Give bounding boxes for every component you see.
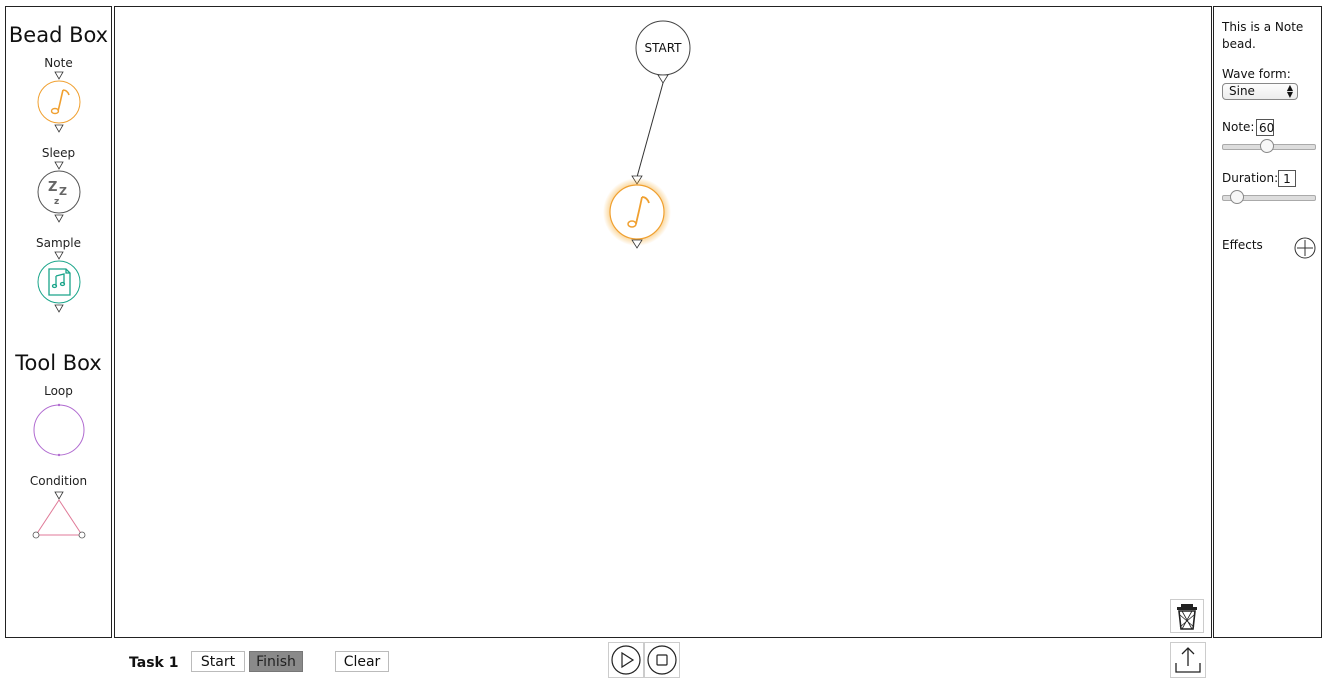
start-node-label: START: [644, 41, 682, 55]
bead-box-panel: Bead Box Note Sleep Z Z z Sample Tool Bo…: [5, 6, 112, 638]
bead-description: This is a Note bead.: [1222, 20, 1304, 51]
condition-tool-template[interactable]: [31, 491, 87, 543]
trash-icon: [1177, 604, 1197, 630]
start-node[interactable]: START: [635, 20, 691, 84]
stop-icon: [647, 645, 677, 675]
upload-icon: [1175, 647, 1201, 673]
tool-box-title: Tool Box: [15, 351, 102, 375]
play-icon: [611, 645, 641, 675]
duration-slider-thumb[interactable]: [1230, 190, 1244, 204]
canvas-graph: START: [603, 20, 691, 249]
loop-tool-template[interactable]: [31, 402, 87, 458]
duration-slider[interactable]: [1222, 190, 1316, 204]
bead-label-sleep: Sleep: [41, 146, 76, 160]
svg-text:z: z: [54, 197, 59, 207]
task-label: Task 1: [129, 655, 179, 671]
wave-form-value: Sine: [1229, 84, 1255, 98]
wave-form-select[interactable]: Sine ▲ ▼: [1222, 83, 1298, 100]
composition-canvas[interactable]: START: [114, 6, 1212, 638]
stop-button[interactable]: [644, 642, 680, 678]
tool-label-loop: Loop: [44, 384, 73, 398]
effects-label: Effects: [1222, 238, 1263, 252]
play-button[interactable]: [608, 642, 644, 678]
bead-label-sample: Sample: [36, 236, 81, 250]
add-effect-icon[interactable]: [1293, 236, 1317, 260]
svg-text:Z: Z: [59, 185, 67, 198]
bead-label-note: Note: [44, 56, 73, 70]
select-arrows-icon: ▲ ▼: [1286, 83, 1293, 99]
tool-label-condition: Condition: [29, 474, 88, 488]
note-slider-thumb[interactable]: [1260, 139, 1274, 153]
wave-form-label: Wave form:: [1222, 67, 1291, 81]
task-finish-button[interactable]: Finish: [249, 651, 303, 672]
duration-label: Duration:: [1222, 171, 1279, 185]
sleep-bead-template[interactable]: Z Z z: [34, 160, 84, 224]
upload-button[interactable]: [1170, 642, 1206, 678]
note-label: Note:: [1222, 120, 1255, 134]
task-start-button[interactable]: Start: [191, 651, 245, 672]
trash-button[interactable]: [1170, 599, 1204, 633]
note-bead-template[interactable]: [34, 70, 84, 134]
bead-box-title: Bead Box: [8, 23, 109, 47]
duration-input[interactable]: 1: [1278, 170, 1296, 187]
sample-bead-template[interactable]: [34, 250, 84, 314]
svg-text:Z: Z: [48, 180, 57, 195]
connection-line[interactable]: [636, 82, 664, 178]
note-slider[interactable]: [1222, 139, 1316, 153]
note-input[interactable]: 60: [1256, 119, 1274, 136]
properties-panel: This is a Note bead. Wave form: Sine ▲ ▼ …: [1213, 6, 1322, 638]
placed-note-bead[interactable]: [603, 175, 671, 249]
clear-button[interactable]: Clear: [335, 651, 389, 672]
